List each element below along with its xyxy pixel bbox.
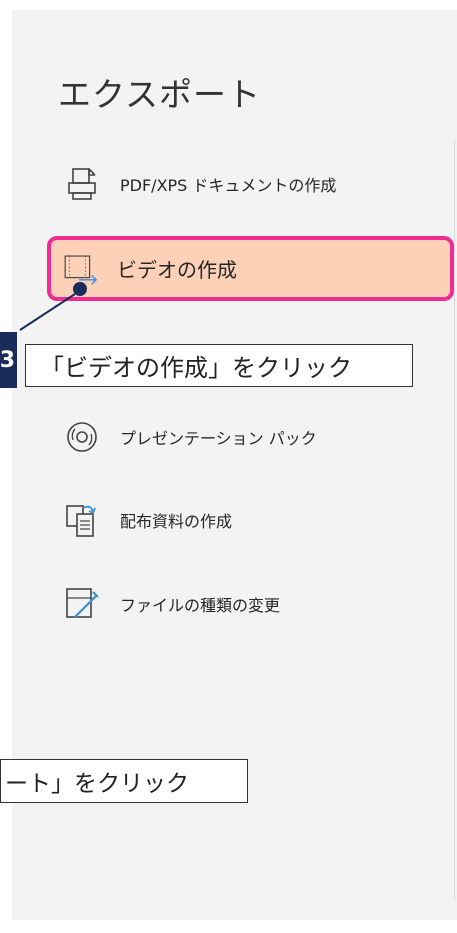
previous-instruction-callout: ート」をクリック bbox=[0, 759, 248, 803]
pointer-dot bbox=[73, 282, 87, 296]
